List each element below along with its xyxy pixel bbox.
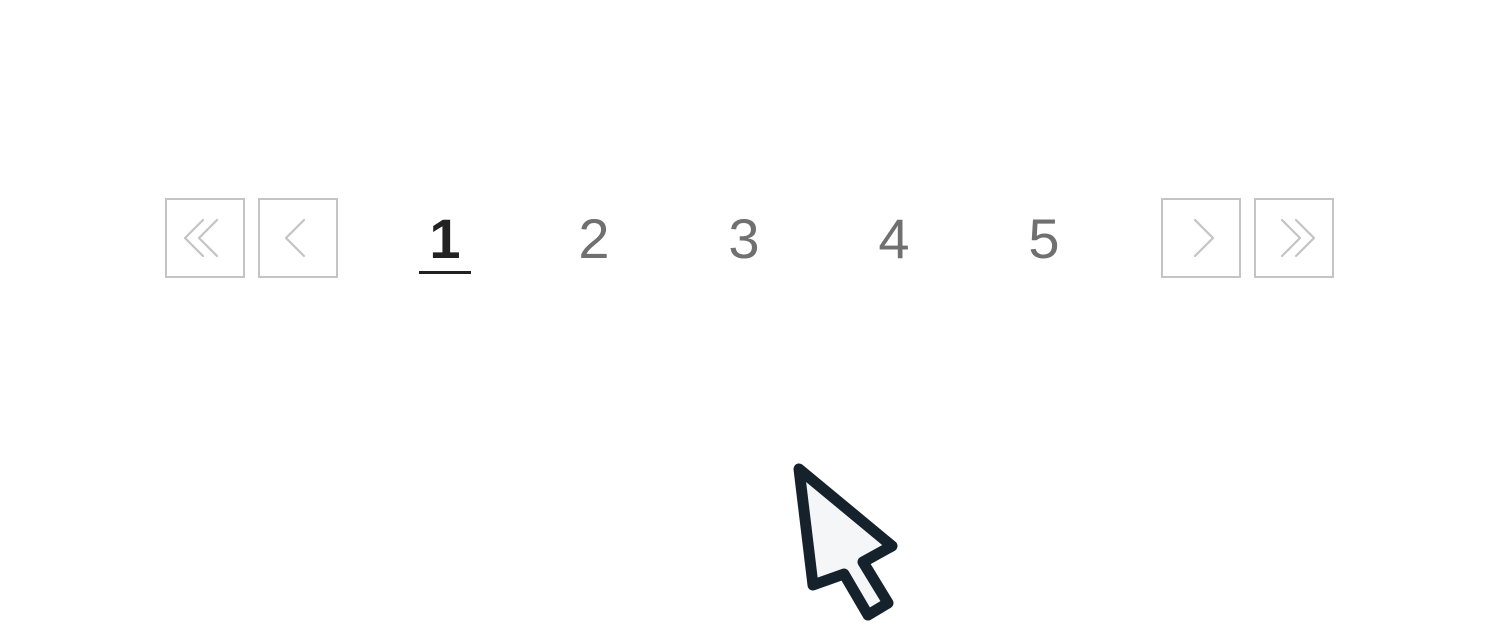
active-page-underline xyxy=(419,271,471,274)
pagination-screen: 1 2 3 4 5 xyxy=(0,0,1500,630)
previous-page-button[interactable] xyxy=(258,198,338,278)
double-chevron-left-icon xyxy=(183,218,219,258)
mouse-pointer-icon xyxy=(793,463,898,621)
page-number-2[interactable]: 2 xyxy=(559,206,629,276)
chevron-left-icon xyxy=(284,218,306,258)
first-page-button[interactable] xyxy=(165,198,245,278)
double-chevron-right-icon xyxy=(1280,218,1316,258)
page-number-3[interactable]: 3 xyxy=(709,206,779,276)
next-page-button[interactable] xyxy=(1161,198,1241,278)
page-number-5[interactable]: 5 xyxy=(1009,206,1079,276)
page-number-1[interactable]: 1 xyxy=(410,206,480,276)
chevron-right-icon xyxy=(1193,218,1215,258)
last-page-button[interactable] xyxy=(1254,198,1334,278)
page-number-4[interactable]: 4 xyxy=(859,206,929,276)
